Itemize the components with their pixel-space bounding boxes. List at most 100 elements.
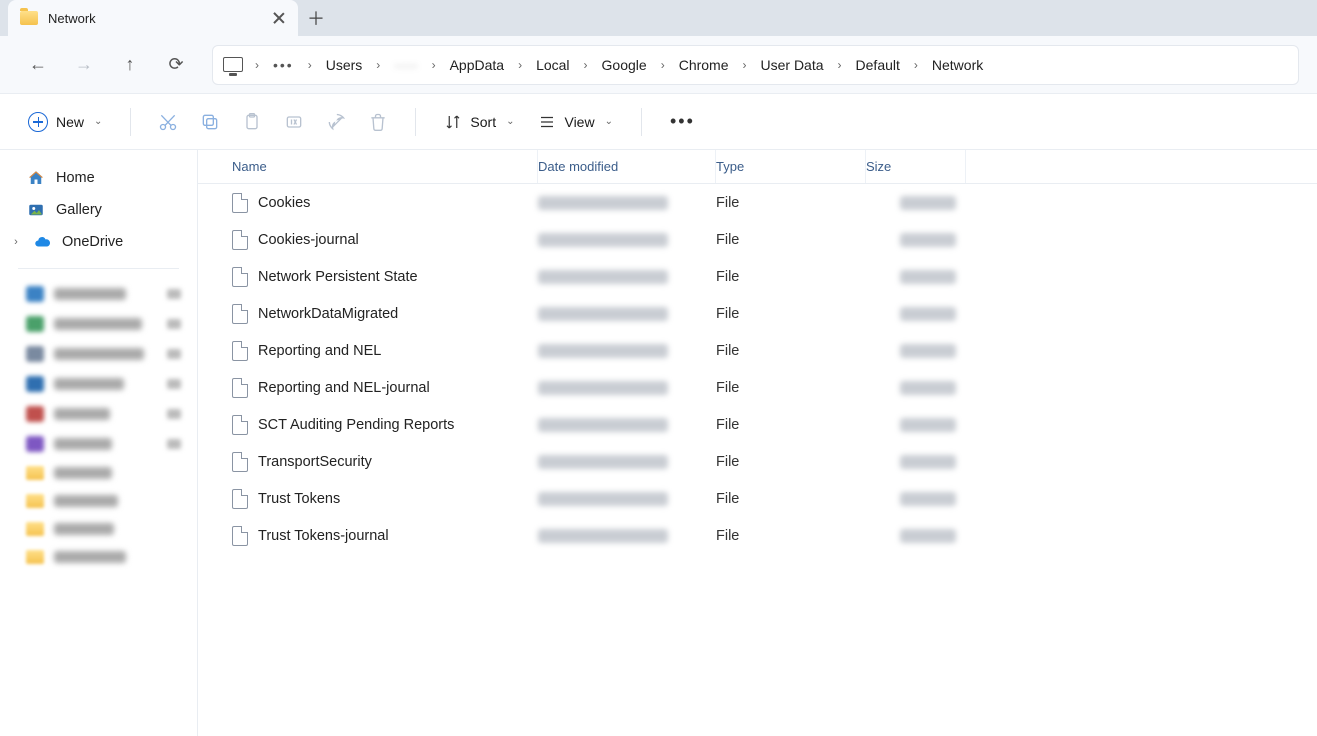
sidebar-item-redacted[interactable] xyxy=(6,369,191,399)
file-row[interactable]: Reporting and NEL-journalFile xyxy=(198,369,1317,406)
sidebar-item-redacted[interactable] xyxy=(6,399,191,429)
breadcrumb-item-redacted[interactable]: ····· xyxy=(388,53,423,77)
chevron-right-icon[interactable]: › xyxy=(908,58,924,72)
column-type[interactable]: Type xyxy=(716,150,866,183)
separator xyxy=(641,108,642,136)
file-row[interactable]: NetworkDataMigratedFile xyxy=(198,295,1317,332)
chevron-right-icon[interactable]: › xyxy=(10,236,22,248)
file-row[interactable]: Cookies-journalFile xyxy=(198,221,1317,258)
size-redacted xyxy=(900,492,956,506)
forward-button[interactable] xyxy=(64,45,104,85)
file-row[interactable]: Trust Tokens-journalFile xyxy=(198,517,1317,554)
date-redacted xyxy=(538,529,668,543)
file-icon xyxy=(232,489,248,509)
rename-button[interactable] xyxy=(275,103,313,141)
breadcrumb-item[interactable]: AppData xyxy=(444,53,510,77)
chevron-right-icon[interactable]: › xyxy=(655,58,671,72)
breadcrumb-item[interactable]: User Data xyxy=(755,53,830,77)
up-button[interactable] xyxy=(110,45,150,85)
chevron-right-icon[interactable]: › xyxy=(512,58,528,72)
separator xyxy=(18,268,179,269)
chevron-right-icon[interactable]: › xyxy=(370,58,386,72)
chevron-right-icon[interactable]: › xyxy=(737,58,753,72)
file-row[interactable]: Trust TokensFile xyxy=(198,480,1317,517)
sidebar-item-redacted[interactable] xyxy=(6,309,191,339)
file-name: TransportSecurity xyxy=(258,454,372,470)
file-row[interactable]: Reporting and NELFile xyxy=(198,332,1317,369)
share-button[interactable] xyxy=(317,103,355,141)
breadcrumb-item[interactable]: Local xyxy=(530,53,575,77)
file-row[interactable]: TransportSecurityFile xyxy=(198,443,1317,480)
cloud-icon xyxy=(32,233,52,251)
file-name: Trust Tokens xyxy=(258,491,340,507)
sidebar-item-onedrive[interactable]: › OneDrive xyxy=(6,226,191,258)
breadcrumb-item[interactable]: Default xyxy=(850,53,906,77)
file-name: Reporting and NEL-journal xyxy=(258,380,430,396)
new-tab-button[interactable]: ＋ xyxy=(298,0,334,36)
sidebar: Home Gallery › OneDrive xyxy=(0,150,198,736)
sidebar-item-gallery[interactable]: Gallery xyxy=(6,194,191,226)
date-redacted xyxy=(538,455,668,469)
file-icon xyxy=(232,526,248,546)
new-button[interactable]: New ⌄ xyxy=(18,106,112,138)
size-redacted xyxy=(900,418,956,432)
breadcrumb-item[interactable]: Chrome xyxy=(673,53,735,77)
tab-title: Network xyxy=(48,11,262,26)
copy-button[interactable] xyxy=(191,103,229,141)
file-row[interactable]: Network Persistent StateFile xyxy=(198,258,1317,295)
file-type: File xyxy=(716,343,739,359)
sidebar-item-redacted[interactable] xyxy=(6,429,191,459)
column-size[interactable]: Size xyxy=(866,150,966,183)
view-button[interactable]: View ⌄ xyxy=(528,107,622,137)
chevron-down-icon: ⌄ xyxy=(506,116,514,127)
column-date[interactable]: Date modified xyxy=(538,150,716,183)
delete-button[interactable] xyxy=(359,103,397,141)
chevron-right-icon[interactable]: › xyxy=(832,58,848,72)
cut-button[interactable] xyxy=(149,103,187,141)
breadcrumb-overflow[interactable]: ••• xyxy=(267,57,300,73)
breadcrumb-item[interactable]: Users xyxy=(320,53,369,77)
chevron-right-icon[interactable]: › xyxy=(578,58,594,72)
size-redacted xyxy=(900,381,956,395)
thispc-icon[interactable] xyxy=(223,57,243,72)
sort-ascending-icon: ⌃ xyxy=(381,150,389,153)
date-redacted xyxy=(538,492,668,506)
file-row[interactable]: CookiesFile xyxy=(198,184,1317,221)
file-type: File xyxy=(716,417,739,433)
size-redacted xyxy=(900,529,956,543)
sidebar-item-redacted[interactable] xyxy=(6,543,191,571)
file-name: Cookies xyxy=(258,195,310,211)
date-redacted xyxy=(538,344,668,358)
sidebar-item-redacted[interactable] xyxy=(6,487,191,515)
back-button[interactable] xyxy=(18,45,58,85)
chevron-right-icon[interactable]: › xyxy=(249,58,265,72)
close-icon[interactable] xyxy=(272,11,286,25)
sidebar-item-redacted[interactable] xyxy=(6,459,191,487)
view-icon xyxy=(538,113,556,131)
tab-network[interactable]: Network xyxy=(8,0,298,36)
folder-icon xyxy=(20,11,38,25)
file-icon xyxy=(232,341,248,361)
chevron-right-icon[interactable]: › xyxy=(302,58,318,72)
refresh-button[interactable] xyxy=(156,45,196,85)
sidebar-item-label: Home xyxy=(56,170,95,186)
more-button[interactable]: ••• xyxy=(660,105,705,138)
toolbar: New ⌄ Sort ⌄ View ⌄ ••• xyxy=(0,94,1317,150)
sidebar-item-redacted[interactable] xyxy=(6,279,191,309)
column-label: Size xyxy=(866,159,891,174)
breadcrumb-item[interactable]: Network xyxy=(926,53,989,77)
breadcrumb[interactable]: › ••• › Users › ····· › AppData › Local … xyxy=(212,45,1299,85)
file-row[interactable]: SCT Auditing Pending ReportsFile xyxy=(198,406,1317,443)
paste-button[interactable] xyxy=(233,103,271,141)
sort-button[interactable]: Sort ⌄ xyxy=(434,107,524,137)
breadcrumb-item[interactable]: Google xyxy=(596,53,653,77)
file-icon xyxy=(232,193,248,213)
sidebar-item-home[interactable]: Home xyxy=(6,162,191,194)
column-name[interactable]: Name ⌃ xyxy=(222,150,538,183)
sort-icon xyxy=(444,113,462,131)
chevron-right-icon[interactable]: › xyxy=(426,58,442,72)
column-headers: Name ⌃ Date modified Type Size xyxy=(198,150,1317,184)
sidebar-item-redacted[interactable] xyxy=(6,339,191,369)
sidebar-item-redacted[interactable] xyxy=(6,515,191,543)
sidebar-item-label: OneDrive xyxy=(62,234,123,250)
